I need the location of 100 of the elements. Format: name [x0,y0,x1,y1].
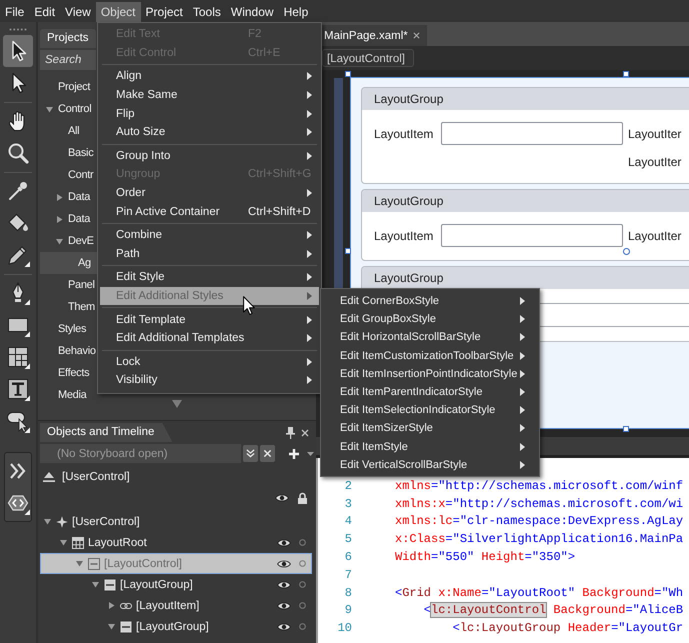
ring-icon[interactable] [299,623,306,630]
menu-item[interactable]: Edit ItemParentIndicatorStyle [323,382,537,402]
menu-item[interactable]: File [0,2,30,22]
menu-item[interactable]: Path [100,244,319,264]
menu-item[interactable]: Edit Style [100,268,319,287]
menu-item[interactable]: Window [226,2,279,22]
code-line: <Grid x:Name="LayoutRoot" Background="Wh [395,586,684,600]
tree-item[interactable]: [LayoutGroup] [40,616,312,637]
document-tab[interactable]: MainPage.xaml* [322,25,427,46]
menu-item[interactable]: Edit HorizontalScrollBarStyle [323,328,537,347]
split-box-icon [88,558,100,570]
caret-right-icon[interactable] [56,194,63,200]
close-icon[interactable] [412,32,420,39]
menu-item[interactable]: Edit ItemSelectionIndicatorStyle [323,401,537,420]
caret-down-icon[interactable] [307,452,314,456]
eye-icon[interactable] [277,558,291,568]
caret-down-icon[interactable] [44,518,51,525]
scroll-down-icon[interactable] [172,400,182,408]
caret-right-icon[interactable] [56,216,63,222]
resize-handle[interactable] [623,426,629,432]
tree-item[interactable]: Project [40,76,97,98]
menu-item[interactable]: Edit [29,2,60,22]
caret-down-icon[interactable] [76,560,83,567]
menu-item[interactable]: Edit CornerBoxStyle [323,292,537,310]
panel-tab[interactable]: Objects and Timeline [40,423,172,442]
caret-down-icon[interactable] [56,238,63,244]
eye-icon[interactable] [275,493,289,503]
caret-down-icon[interactable] [92,581,99,588]
collapse-button[interactable] [243,445,258,462]
menu-item[interactable]: View [60,2,96,22]
pin-icon[interactable] [286,426,295,438]
tree-item[interactable]: [LayoutItem] [40,595,312,616]
tree-item[interactable]: [LayoutGroup] [40,574,312,595]
tree-item[interactable]: Contr [40,164,97,186]
eye-icon[interactable] [277,538,291,548]
lock-icon[interactable] [297,492,308,504]
menu-item[interactable]: Edit ItemCustomizationToolbarStyle [323,346,537,365]
text-field[interactable] [441,224,623,247]
menu-item[interactable]: Object [96,2,141,22]
grip-icon[interactable] [9,28,27,31]
tree-item[interactable]: Control [40,98,97,120]
tree-item[interactable]: Styles [40,318,97,340]
resize-handle[interactable] [623,71,629,77]
menu-item[interactable]: Tools [188,2,226,22]
text-field[interactable] [441,122,623,145]
breadcrumb-button[interactable]: [LayoutControl] [322,49,414,67]
menu-item[interactable]: Make Same [100,86,319,104]
ring-icon[interactable] [299,539,306,546]
menu-item[interactable]: Project [140,2,188,22]
menu-item[interactable]: Edit Template [100,310,319,329]
plus-icon[interactable] [289,448,299,458]
tree-item[interactable]: Ag [40,252,97,274]
tree-item[interactable]: Media [40,384,97,406]
menu-item[interactable]: Align [100,67,319,86]
up-arrow-icon[interactable] [43,472,55,482]
tree-item[interactable]: Panel [40,274,97,296]
eye-icon[interactable] [277,622,291,632]
menu-item[interactable]: Combine [100,226,319,245]
caret-down-icon[interactable] [60,539,67,546]
tree-item[interactable]: Behavio [40,340,97,362]
tree-item[interactable]: All [40,120,97,142]
menu-item[interactable]: Pin Active Container Ctrl+Shift+D [100,202,319,221]
tree-item[interactable]: Data [40,186,97,208]
panel-tab[interactable]: Projects [40,29,96,48]
tree-item[interactable]: DevE [40,230,97,252]
menu-item[interactable]: Group Into [100,146,319,166]
code-line: xmlns="http://schemas.microsoft.com/winf [395,478,684,493]
caret-right-icon[interactable] [108,602,115,609]
grid-icon [72,536,84,548]
tree-item[interactable]: [UserControl] [40,511,312,532]
search-field[interactable]: Search [40,50,96,70]
eye-icon[interactable] [277,580,291,590]
menu-item[interactable]: Edit GroupBoxStyle [323,310,537,328]
tree-item[interactable]: Effects [40,362,97,384]
menu-item[interactable]: Visibility [100,371,319,390]
close-icon[interactable] [301,428,309,436]
menu-item[interactable]: Edit Additional Templates [100,328,319,348]
ring-icon[interactable] [299,602,306,609]
menu-item[interactable]: Help [278,2,314,22]
menu-item[interactable]: Order [100,184,319,202]
caret-down-icon[interactable] [46,106,53,112]
menu-item[interactable]: Flip [100,104,319,123]
ring-icon[interactable] [299,581,306,588]
menu-item[interactable]: Edit ItemInsertionPointIndicatorStyle [323,364,537,383]
close-icon [263,449,272,458]
resize-handle[interactable] [345,71,351,77]
eye-icon[interactable] [277,600,291,610]
tree-item[interactable]: Them [40,296,97,318]
tree-item[interactable]: Basic [40,142,97,164]
tree-item[interactable]: LayoutRoot [40,532,312,553]
menu-item[interactable]: Edit ItemStyle [323,438,537,456]
resize-handle[interactable] [345,248,351,254]
close-storyboard-button[interactable] [260,445,275,462]
code-line: xmlns:x="http://schemas.microsoft.com/wi [395,496,684,511]
tree-item[interactable]: Data [40,208,97,230]
menu-item[interactable]: Auto Size [100,122,319,142]
caret-down-icon[interactable] [108,623,115,630]
menu-item[interactable]: Edit ItemSizerStyle [323,419,537,438]
menu-item[interactable]: Lock [100,352,319,372]
menu-item[interactable]: Edit VerticalScrollBarStyle [323,456,537,474]
